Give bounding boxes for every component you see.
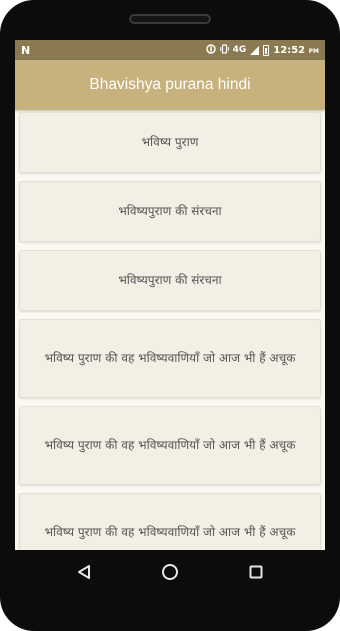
list-item[interactable]: भविष्य पुराण की वह भविष्यवाणियाँ जो आज भ… [19, 319, 321, 398]
system-nav-bar [0, 550, 340, 594]
status-icons: 4G 12:52 PM [205, 43, 319, 57]
phone-frame: N 4G 12:52 PM Bhavishya purana hindi भवि… [0, 0, 340, 631]
back-icon[interactable] [74, 562, 94, 582]
list-item-label: भविष्य पुराण की वह भविष्यवाणियाँ जो आज भ… [44, 351, 296, 365]
notification-n-icon: N [21, 43, 31, 57]
speaker-grille [129, 14, 211, 24]
vibrate-icon [219, 43, 229, 57]
time-suffix: PM [308, 47, 319, 55]
list-item[interactable]: भविष्यपुराण की संरचना [19, 250, 321, 311]
list-item-label: भविष्यपुराण की संरचना [118, 273, 222, 287]
list-item[interactable]: भविष्य पुराण [19, 112, 321, 173]
list-item-label: भविष्य पुराण की वह भविष्यवाणियाँ जो आज भ… [44, 438, 296, 452]
status-bar: N 4G 12:52 PM [15, 40, 325, 60]
network-type-label: 4G [232, 45, 247, 55]
screen: N 4G 12:52 PM Bhavishya purana hindi भवि… [15, 40, 325, 550]
app-title: Bhavishya purana hindi [89, 76, 251, 93]
list-item[interactable]: भविष्य पुराण की वह भविष्यवाणियाँ जो आज भ… [19, 493, 321, 550]
app-bar: Bhavishya purana hindi [15, 60, 325, 110]
list-item[interactable]: भविष्य पुराण की वह भविष्यवाणियाँ जो आज भ… [19, 406, 321, 485]
cell-signal-icon [250, 45, 260, 55]
status-time: 12:52 PM [273, 45, 319, 56]
home-icon[interactable] [160, 562, 180, 582]
list-item-label: भविष्यपुराण की संरचना [118, 204, 222, 218]
list-item-label: भविष्य पुराण [141, 135, 199, 149]
battery-icon [263, 44, 270, 56]
data-saver-icon [205, 43, 216, 57]
list-item[interactable]: भविष्यपुराण की संरचना [19, 181, 321, 242]
recents-icon[interactable] [246, 562, 266, 582]
list-item-label: भविष्य पुराण की वह भविष्यवाणियाँ जो आज भ… [44, 525, 296, 539]
time-value: 12:52 [273, 44, 306, 56]
chapter-list[interactable]: भविष्य पुराण भविष्यपुराण की संरचना भविष्… [15, 110, 325, 550]
